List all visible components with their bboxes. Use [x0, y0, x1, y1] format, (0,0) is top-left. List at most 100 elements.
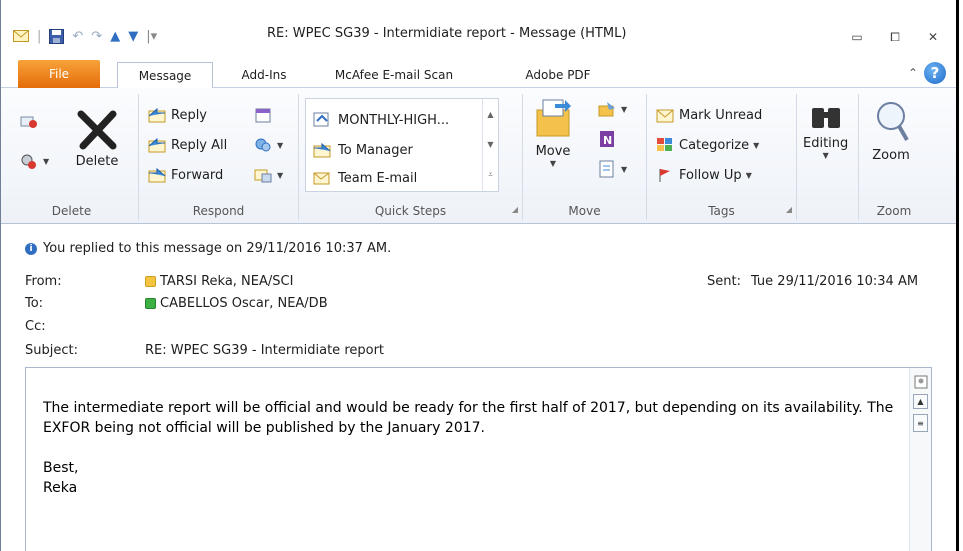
- message-body[interactable]: The intermediate report will be official…: [25, 367, 932, 551]
- move-button[interactable]: Move ▼: [533, 96, 573, 168]
- more-respond-button[interactable]: ▼: [253, 164, 283, 186]
- instant-message-icon: [253, 136, 273, 154]
- undo-icon[interactable]: ↶: [72, 29, 83, 44]
- save-icon[interactable]: [49, 28, 65, 44]
- tab-adobe-pdf[interactable]: Adobe PDF: [513, 62, 603, 88]
- svg-text:N: N: [603, 134, 612, 147]
- next-item-icon[interactable]: ▼: [128, 29, 138, 44]
- tab-message[interactable]: Message: [117, 62, 213, 89]
- scroll-up-icon[interactable]: ▲: [913, 394, 928, 409]
- group-move: Move ▼ ▼ N ▼ Move: [523, 94, 647, 220]
- categorize-button[interactable]: Categorize ▼: [655, 134, 759, 156]
- meeting-button[interactable]: [253, 104, 273, 126]
- rules-button[interactable]: ▼: [597, 98, 627, 120]
- editing-button[interactable]: Editing ▼: [803, 104, 848, 160]
- reply-all-button[interactable]: Reply All: [147, 134, 227, 156]
- dialog-launcher-icon[interactable]: ◢: [786, 205, 792, 214]
- qat-separator: |: [37, 28, 42, 44]
- chevron-down-icon: ▼: [621, 104, 628, 114]
- im-button[interactable]: ▼: [253, 134, 283, 156]
- reply-label: Reply: [171, 107, 208, 123]
- from-name[interactable]: TARSI Reka, NEA/SCI: [160, 274, 293, 289]
- editing-label: Editing: [803, 136, 849, 151]
- actions-button[interactable]: ▼: [597, 158, 627, 180]
- minimize-icon[interactable]: ▭: [838, 26, 876, 48]
- sent-label: Sent:: [707, 274, 741, 289]
- reply-button[interactable]: Reply: [147, 104, 207, 126]
- to-value[interactable]: CABELLOS Oscar, NEA/DB: [145, 296, 328, 311]
- subject-value: RE: WPEC SG39 - Intermidiate report: [145, 343, 385, 358]
- ignore-icon: [19, 112, 39, 130]
- envelope-icon[interactable]: [13, 30, 29, 42]
- follow-up-button[interactable]: Follow Up ▼: [655, 164, 752, 186]
- more-respond-icon: [253, 166, 273, 184]
- forward-label: Forward: [171, 167, 224, 183]
- quick-step-team-email[interactable]: Team E-mail: [312, 167, 417, 189]
- tab-add-ins[interactable]: Add-Ins: [233, 62, 295, 88]
- to-name[interactable]: CABELLOS Oscar, NEA/DB: [160, 296, 328, 311]
- customize-qat-icon[interactable]: |▾: [146, 29, 157, 44]
- group-quick-steps: MONTHLY-HIGH... To Manager Team E-mail ▲: [299, 94, 523, 220]
- follow-up-label: Follow Up: [679, 167, 742, 183]
- reply-icon: [147, 106, 167, 124]
- group-zoom-label: Zoom: [876, 204, 912, 218]
- window-right-edge: [956, 0, 959, 551]
- info-bar[interactable]: i You replied to this message on 29/11/2…: [25, 241, 391, 256]
- quick-step-label: To Manager: [338, 142, 413, 158]
- maximize-icon[interactable]: ⧠: [876, 26, 914, 48]
- forward-button[interactable]: Forward: [147, 164, 223, 186]
- minimize-ribbon-icon[interactable]: ⌃: [908, 66, 918, 80]
- dialog-launcher-icon[interactable]: ◢: [512, 205, 518, 214]
- delete-button-label: Delete: [75, 154, 119, 169]
- quick-step-to-manager[interactable]: To Manager: [312, 139, 413, 161]
- chevron-down-icon: ▼: [745, 170, 752, 180]
- scroll-up-icon[interactable]: ▲: [487, 110, 493, 119]
- from-label: From:: [25, 274, 62, 289]
- group-respond: Reply Reply All Forward ▼ ▼ Respond: [139, 94, 299, 220]
- mark-unread-button[interactable]: Mark Unread: [655, 104, 762, 126]
- close-icon[interactable]: ✕: [914, 26, 952, 48]
- help-icon[interactable]: ?: [924, 62, 946, 84]
- previous-item-icon[interactable]: ▲: [110, 29, 120, 44]
- vertical-scrollbar[interactable]: ▲ ≡: [909, 368, 931, 551]
- from-value[interactable]: TARSI Reka, NEA/SCI: [145, 274, 293, 289]
- redo-icon[interactable]: ↷: [91, 29, 102, 44]
- tab-file[interactable]: File: [18, 60, 100, 88]
- forward-icon: [147, 166, 167, 184]
- chevron-down-icon: ▼: [822, 151, 829, 160]
- presence-available-icon: [145, 298, 156, 309]
- outlook-message-window: | ↶ ↷ ▲ ▼ |▾ RE: WPEC SG39 - Intermidiat…: [1, 0, 956, 551]
- quick-step-monthly-high[interactable]: MONTHLY-HIGH...: [312, 109, 449, 131]
- quick-steps-scroll[interactable]: ▲ ▼ ⩡: [482, 99, 498, 191]
- cc-label: Cc:: [25, 319, 46, 334]
- reply-all-icon: [147, 136, 167, 154]
- body-closing: Best,: [43, 460, 79, 476]
- people-pane-icon[interactable]: [913, 374, 928, 389]
- delete-x-icon: [75, 108, 119, 154]
- window-title: RE: WPEC SG39 - Intermidiate report - Me…: [267, 26, 627, 41]
- group-respond-label: Respond: [192, 204, 245, 218]
- chevron-down-icon: ▼: [43, 156, 50, 166]
- ignore-button[interactable]: [19, 110, 39, 132]
- group-tags-label: Tags: [708, 204, 735, 218]
- body-signature: Reka: [43, 480, 78, 496]
- message-header: i You replied to this message on 29/11/2…: [1, 224, 956, 366]
- quick-step-label: Team E-mail: [338, 170, 418, 186]
- zoom-button[interactable]: Zoom: [871, 100, 911, 163]
- onenote-button[interactable]: N: [597, 128, 617, 150]
- tab-mcafee-email-scan[interactable]: McAfee E-mail Scan: [314, 62, 474, 88]
- reply-all-label: Reply All: [171, 137, 228, 153]
- scroll-down-icon[interactable]: ▼: [487, 140, 493, 149]
- expand-gallery-icon[interactable]: ⩡: [488, 170, 493, 180]
- delete-button[interactable]: Delete: [75, 108, 119, 169]
- ribbon: ▼ Delete Delete Reply Reply All Forward …: [1, 88, 956, 224]
- cleanup-button[interactable]: ▼: [19, 150, 49, 172]
- actions-icon: [597, 160, 617, 178]
- quick-step-label: MONTHLY-HIGH...: [338, 112, 450, 128]
- flag-icon: [655, 166, 675, 184]
- scroll-thumb[interactable]: ≡: [913, 414, 928, 432]
- categorize-icon: [655, 136, 675, 154]
- team-email-icon: [312, 169, 332, 187]
- info-text: You replied to this message on 29/11/201…: [43, 241, 392, 256]
- rules-icon: [597, 100, 617, 118]
